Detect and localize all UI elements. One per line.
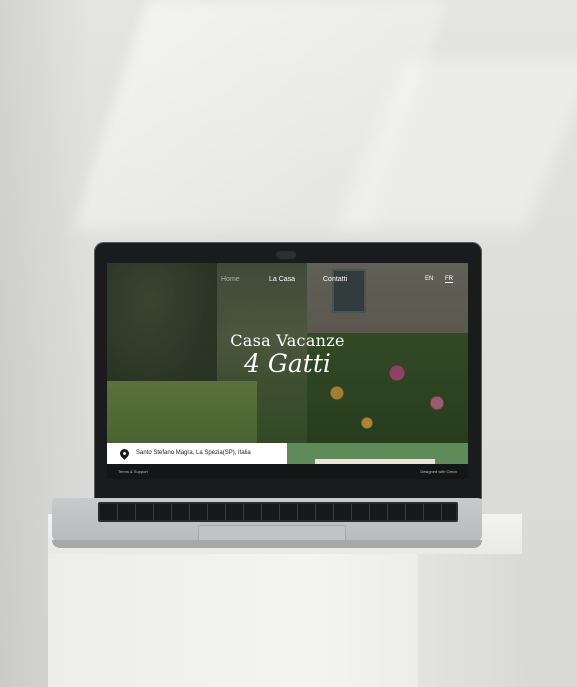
nav-home-link[interactable]: Home: [221, 276, 240, 283]
laptop-front-edge: [52, 540, 482, 548]
address-bar: Santo Stefano Magra, La Spezia(SP), Ital…: [107, 443, 287, 464]
footer-terms-link[interactable]: Terms & Support: [118, 469, 148, 474]
hero-subtitle: 4 Gatti: [244, 349, 331, 378]
language-fr-link[interactable]: FR: [445, 276, 453, 283]
site-footer: Terms & Support Designed with Cleon: [107, 464, 468, 479]
webcam: [276, 251, 296, 259]
address-text: Santo Stefano Magra, La Spezia(SP), Ital…: [136, 450, 251, 456]
location-pin-icon: [118, 447, 131, 460]
hero-title: Casa Vacanze: [230, 331, 345, 350]
trackpad: [198, 525, 346, 541]
laptop-screen: Home La Casa Contatti EN FR Casa Vacanze…: [107, 263, 468, 479]
nav-la-casa-link[interactable]: La Casa: [269, 276, 295, 283]
footer-credit: Designed with Cleon: [420, 469, 457, 474]
keyboard-keys: [100, 504, 456, 520]
language-en-link[interactable]: EN: [425, 276, 433, 282]
pedestal-side: [418, 554, 522, 687]
nav-contatti-link[interactable]: Contatti: [323, 276, 347, 283]
